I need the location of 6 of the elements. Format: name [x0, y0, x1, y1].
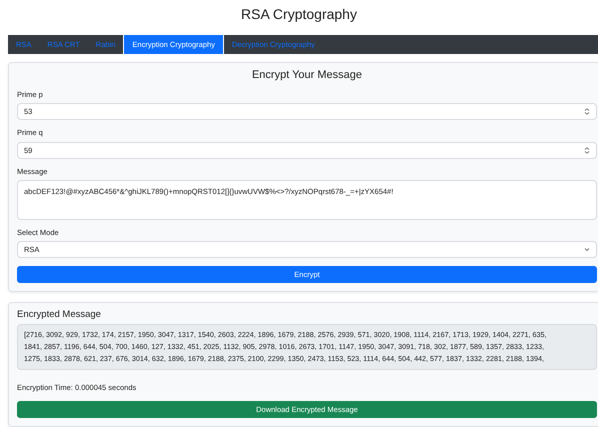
- page-title: RSA Cryptography: [240, 6, 358, 23]
- spinner-icon: [584, 146, 590, 154]
- result-heading: Encrypted Message: [17, 309, 102, 321]
- form-heading: Encrypt Your Message: [250, 69, 364, 82]
- spinner-icon: [584, 108, 590, 116]
- chevron-icon: [584, 246, 590, 254]
